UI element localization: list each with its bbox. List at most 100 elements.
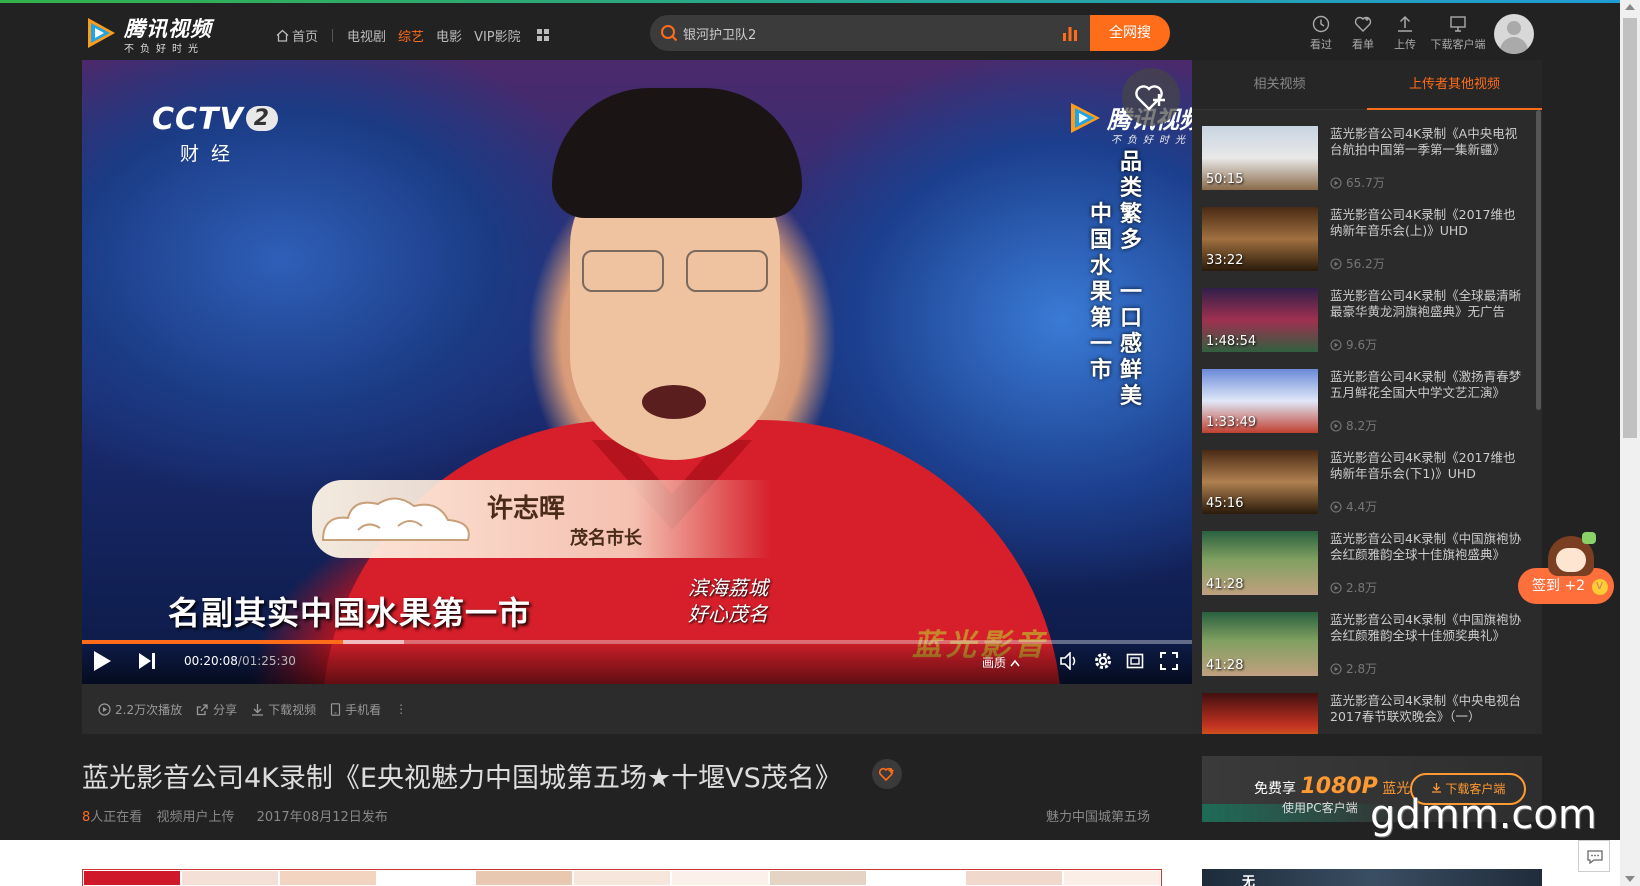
chat-bubble-icon [1587,850,1603,865]
fullscreen-icon[interactable] [1160,652,1178,670]
series-link[interactable]: 魅力中国城第五场 [1046,806,1150,825]
page-scrollbar[interactable] [1620,0,1640,886]
video-thumbnail[interactable]: 41:28 [1202,612,1318,676]
widescreen-icon[interactable] [1126,652,1144,670]
sidebar-video-item[interactable]: 41:28 蓝光影音公司4K录制《中国旗袍协会红颜雅韵全球十佳颁奖典礼》 2.8万 [1202,612,1532,693]
video-thumbnail[interactable]: 1:33:49 [1202,369,1318,433]
nav-home[interactable]: 首页 [276,26,318,45]
video-thumbnail[interactable]: 50:15 [1202,126,1318,190]
video-title-link[interactable]: 蓝光影音公司4K录制《全球最清晰最豪华黄龙洞旗袍盛典》无广告 [1330,288,1526,320]
nav-divider [332,28,334,42]
upload-button[interactable]: 上传 [1384,15,1426,52]
nav-tv[interactable]: 电视剧 [347,26,386,45]
next-icon[interactable] [138,652,156,670]
download-client-button[interactable]: 下载客户端 [1426,15,1490,52]
sidebar-scrollbar[interactable] [1536,110,1541,410]
nav-home-label: 首页 [292,29,319,45]
video-title-link[interactable]: 蓝光影音公司4K录制《激扬青春梦五月鲜花全国大中学文艺汇演》 [1330,369,1526,401]
video-views-label: 4.4万 [1346,500,1378,514]
monitor-icon [1450,16,1466,32]
share-icon [196,703,208,715]
search-button[interactable]: 全网搜 [1090,15,1170,51]
speaker-glasses [582,250,772,294]
progress-bar[interactable] [82,640,1192,644]
tab-related-videos[interactable]: 相关视频 [1192,60,1367,110]
tab-uploader-videos[interactable]: 上传者其他视频 [1367,60,1542,110]
nav-vip[interactable]: VIP影院 [474,26,521,45]
video-views: 4.4万 [1330,498,1377,515]
settings-gear-icon[interactable] [1094,652,1112,670]
watchlist-button[interactable]: 看单 [1342,15,1384,52]
nav-movies[interactable]: 电影 [436,26,462,45]
tencent-video-logo[interactable]: 腾讯视频 不负好时光 [82,13,222,55]
hot-rank-icon[interactable] [1062,25,1078,41]
video-title-link[interactable]: 蓝光影音公司4K录制《中国旗袍协会红颜雅韵全球十佳颁奖典礼》 [1330,612,1526,644]
title-favorite-button[interactable] [872,759,902,789]
video-player[interactable]: CCTV2 财经 腾讯视频 不负好时光 品类繁多 一口感鲜美 中国水果第一市 许… [82,60,1192,684]
phone-icon [331,702,341,716]
ad-banner-strip[interactable] [82,869,1162,886]
sidebar-video-item[interactable]: 33:22 蓝光影音公司4K录制《2017维也纳新年音乐会(上)》UHD 56.2万 [1202,207,1532,288]
mobile-watch-button[interactable]: 手机看 [330,701,381,718]
video-thumbnail[interactable]: 1:48:54 [1202,288,1318,352]
history-button[interactable]: 看过 [1300,15,1342,52]
play-count-icon [1330,257,1342,270]
sidebar-video-item[interactable]: 50:15 蓝光影音公司4K录制《A中央电视台航拍中国第一季第一集新疆》 65.7万 [1202,126,1532,207]
sidebar-video-item[interactable]: 41:28 蓝光影音公司4K录制《中国旗袍协会红颜雅韵全球十佳旗袍盛典》 2.8万 [1202,531,1532,612]
video-title-link[interactable]: 蓝光影音公司4K录制《2017维也纳新年音乐会(下1)》UHD [1330,450,1526,482]
speaker-name: 许志晖 [487,494,566,524]
volume-icon[interactable] [1060,652,1080,670]
video-title-link[interactable]: 蓝光影音公司4K录制《中央电视台2017春节联欢晚会》（一） [1330,693,1526,725]
video-title-link[interactable]: 蓝光影音公司4K录制《2017维也纳新年音乐会(上)》UHD [1330,207,1526,239]
speaker-title: 茂名市长 [570,528,642,549]
scroll-thumb[interactable] [1623,18,1637,438]
video-action-bar: 2.2万次播放 分享 下载视频 手机看 ⋮ [82,684,1192,734]
mascot-icon[interactable] [1544,532,1598,576]
video-thumbnail[interactable]: 45:16 [1202,450,1318,514]
share-label: 分享 [213,702,238,717]
sidebar-video-item[interactable]: 蓝光影音公司4K录制《中央电视台2017春节联欢晚会》（一） [1202,693,1532,734]
channel-logo-text: CCTV [152,102,244,137]
video-views: 8.2万 [1330,417,1377,434]
mobile-watch-label: 手机看 [345,702,382,717]
video-views: 65.7万 [1330,174,1385,191]
grid-menu-icon[interactable] [536,29,549,41]
nav-variety[interactable]: 综艺 [398,26,424,45]
more-actions-button[interactable]: ⋮ [395,702,407,716]
overlay-line-3: 中国水果第一市 [1089,202,1112,383]
calligraphy-text: 滨海荔城 好心茂名 [688,575,768,627]
sidebar-video-item[interactable]: 1:33:49 蓝光影音公司4K录制《激扬青春梦五月鲜花全国大中学文艺汇演》 8.2… [1202,369,1532,450]
promo-hd-label: 1080P [1300,774,1378,799]
feedback-button[interactable] [1578,840,1610,872]
heart-plus-icon [1354,16,1372,32]
video-list: 50:15 蓝光影音公司4K录制《A中央电视台航拍中国第一季第一集新疆》 65.7万… [1202,126,1532,734]
video-title-link[interactable]: 蓝光影音公司4K录制《A中央电视台航拍中国第一季第一集新疆》 [1330,126,1526,158]
avatar-head [1507,21,1521,35]
right-banner-text: 无 [1242,875,1256,886]
site-watermark: gdmm.com [1370,792,1597,838]
user-avatar[interactable] [1494,14,1534,54]
video-views-label: 56.2万 [1346,257,1385,271]
scroll-up-arrow[interactable] [1625,4,1635,10]
sidebar-video-item[interactable]: 1:48:54 蓝光影音公司4K录制《全球最清晰最豪华黄龙洞旗袍盛典》无广告 9.6… [1202,288,1532,369]
history-label: 看过 [1310,38,1332,51]
uploader-label[interactable]: 视频用户上传 [156,810,234,825]
download-video-button[interactable]: 下载视频 [251,701,316,718]
share-button[interactable]: 分享 [196,701,237,718]
video-thumbnail[interactable]: 41:28 [1202,531,1318,595]
watermark-slogan: 不负好时光 [1111,135,1191,146]
play-icon[interactable] [92,650,112,672]
video-duration: 1:33:49 [1206,415,1257,430]
sidebar-video-item[interactable]: 45:16 蓝光影音公司4K录制《2017维也纳新年音乐会(下1)》UHD 4.4万 [1202,450,1532,531]
video-title-link[interactable]: 蓝光影音公司4K录制《中国旗袍协会红颜雅韵全球十佳旗袍盛典》 [1330,531,1526,563]
quality-button[interactable]: 画质 [982,654,1020,671]
time-total: /01:25:30 [237,654,296,668]
player-favorite-button[interactable] [1122,68,1180,126]
upload-icon [1398,15,1412,32]
scroll-down-arrow[interactable] [1625,876,1635,882]
search-input[interactable] [683,22,1063,44]
channel-number: 2 [245,106,279,131]
right-ad-banner[interactable]: 无 [1202,869,1542,886]
video-thumbnail[interactable] [1202,693,1318,734]
video-thumbnail[interactable]: 33:22 [1202,207,1318,271]
